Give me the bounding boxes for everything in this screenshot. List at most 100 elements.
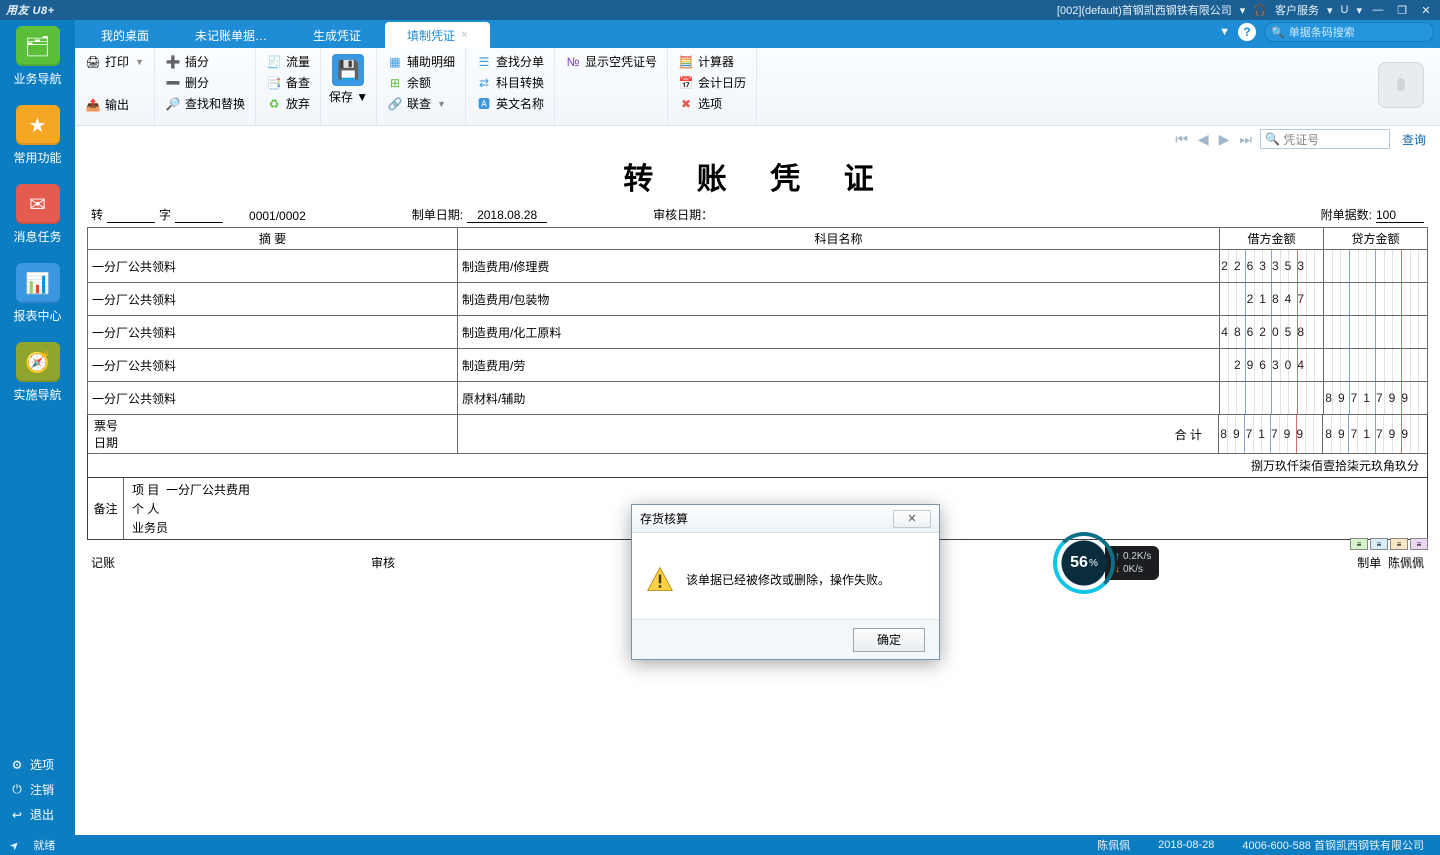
cell-credit[interactable] (1324, 250, 1428, 283)
total-credit: 8971799 (1323, 415, 1427, 453)
cell-credit[interactable] (1324, 349, 1428, 382)
cell-credit[interactable]: 8971799 (1324, 382, 1428, 415)
prev-record[interactable]: ◀ (1196, 131, 1211, 148)
cell-debit[interactable]: 296304 (1220, 349, 1324, 382)
options[interactable]: ✖选项 (674, 94, 750, 113)
cell-debit[interactable] (1220, 382, 1324, 415)
minimize-button[interactable]: — (1370, 4, 1386, 16)
cell-account[interactable]: 制造费用/包装物 (458, 283, 1220, 316)
mode-3[interactable]: ≡ (1390, 538, 1408, 550)
cell-debit[interactable]: 2263353 (1220, 250, 1324, 283)
cell-account[interactable]: 制造费用/化工原料 (458, 316, 1220, 349)
maximize-button[interactable]: ❐ (1394, 4, 1410, 17)
ref-button[interactable]: 📑备查 (262, 73, 314, 92)
cell-summary[interactable]: 一分厂公共领料 (88, 250, 458, 283)
sidebar-item-biznav[interactable]: 🗂 业务导航 (8, 26, 68, 87)
dialog-close[interactable]: ✕ (893, 510, 931, 528)
sidebar-item-msg[interactable]: ✉ 消息任务 (8, 184, 68, 245)
cell-summary[interactable]: 一分厂公共领料 (88, 382, 458, 415)
next-record[interactable]: ▶ (1217, 131, 1232, 148)
dropdown-icon[interactable]: ▾ (1240, 4, 1246, 17)
date-field[interactable]: 2018.08.28 (467, 208, 547, 223)
tab-fillvoucher[interactable]: 填制凭证× (385, 22, 489, 48)
balance-button[interactable]: ⊞余额 (383, 73, 459, 92)
mode-2[interactable]: ≡ (1370, 538, 1388, 550)
save-button[interactable]: 保存 ▼ (329, 88, 368, 105)
table-row[interactable]: 一分厂公共领料制造费用/劳296304 (88, 349, 1428, 382)
tab-desktop[interactable]: 我的桌面 (79, 22, 171, 48)
last-record[interactable]: ⏭ (1237, 131, 1254, 148)
help-icon[interactable]: ? (1238, 23, 1256, 41)
cell-credit[interactable] (1324, 283, 1428, 316)
cell-account[interactable]: 原材料/辅助 (458, 382, 1220, 415)
delete-icon: ➖ (165, 75, 181, 91)
delete-row-button[interactable]: ➖删分 (161, 73, 249, 92)
barcode-search[interactable]: 🔍 单据条码搜索 (1264, 22, 1434, 42)
blank-field[interactable] (107, 208, 155, 223)
pin-icon[interactable]: ➤ (7, 837, 23, 853)
chevron-down-icon[interactable]: ▼ (356, 90, 368, 104)
voucher-no-search[interactable]: 🔍 凭证号 (1260, 129, 1390, 149)
mode-4[interactable]: ≡ (1410, 538, 1428, 550)
show-empty[interactable]: №显示空凭证号 (561, 52, 661, 71)
print-button[interactable]: 🖨打印▼ (81, 52, 148, 71)
dropdown-icon[interactable]: ▾ (1356, 4, 1362, 17)
dropdown-icon[interactable]: ▾ (1327, 4, 1333, 17)
cell-credit[interactable] (1324, 316, 1428, 349)
close-icon[interactable]: × (461, 29, 467, 41)
error-dialog: 存货核算 ✕ 该单据已经被修改或删除，操作失败。 确定 (631, 504, 940, 660)
table-row[interactable]: 一分厂公共领料制造费用/修理费2263353 (88, 250, 1428, 283)
search-icon: 🔍 (1265, 132, 1280, 146)
sidebar-item-fav[interactable]: ★ 常用功能 (8, 105, 68, 166)
service-link[interactable]: 客户服务 (1275, 2, 1319, 18)
chevron-down-icon[interactable]: ▼ (135, 57, 144, 67)
tab-unbooked[interactable]: 未记账单据… (173, 22, 289, 48)
attach-count-input[interactable] (1376, 208, 1424, 223)
calendar[interactable]: 📅会计日历 (674, 73, 750, 92)
find-icon: 🔎 (165, 96, 181, 112)
query-button[interactable]: 查询 (1402, 131, 1426, 148)
cell-summary[interactable]: 一分厂公共领料 (88, 316, 458, 349)
export-button[interactable]: 📤输出 (81, 95, 148, 114)
calculator[interactable]: 🧮计算器 (674, 52, 750, 71)
sidebar-exit[interactable]: ↩退出 (0, 802, 75, 827)
table-row[interactable]: 一分厂公共领料制造费用/包装物21847 (88, 283, 1428, 316)
abandon-button[interactable]: ♻放弃 (262, 94, 314, 113)
en-name[interactable]: 🅰英文名称 (472, 94, 548, 113)
find-replace-button[interactable]: 🔎查找和替换 (161, 94, 249, 113)
close-button[interactable]: ✕ (1418, 4, 1434, 17)
chevron-down-icon[interactable]: ▼ (437, 99, 446, 109)
insert-row-button[interactable]: ➕插分 (161, 52, 249, 71)
cell-summary[interactable]: 一分厂公共领料 (88, 349, 458, 382)
acct-trans[interactable]: ⇄科目转换 (472, 73, 548, 92)
chevron-down-icon[interactable]: ▼ (1219, 26, 1230, 38)
button-label: 辅助明细 (407, 53, 455, 70)
star-icon: ★ (16, 105, 60, 145)
cell-account[interactable]: 制造费用/修理费 (458, 250, 1220, 283)
sidebar-logout[interactable]: ⏻注销 (0, 777, 75, 802)
swap-icon: ⇄ (476, 75, 492, 91)
cell-summary[interactable]: 一分厂公共领料 (88, 283, 458, 316)
cell-debit[interactable]: 4862058 (1220, 316, 1324, 349)
blank-field[interactable] (175, 208, 223, 223)
find-split[interactable]: ☰查找分单 (472, 52, 548, 71)
table-row[interactable]: 一分厂公共领料制造费用/化工原料4862058 (88, 316, 1428, 349)
mode-1[interactable]: ≡ (1350, 538, 1368, 550)
u-menu[interactable]: U (1341, 4, 1349, 16)
sidebar-item-impl[interactable]: 🧭 实施导航 (8, 342, 68, 403)
tab-genvoucher[interactable]: 生成凭证 (291, 22, 383, 48)
sidebar-item-report[interactable]: 📊 报表中心 (8, 263, 68, 324)
dialog-ok[interactable]: 确定 (853, 628, 925, 652)
link-query[interactable]: 🔗联查▼ (383, 94, 459, 113)
aux-detail[interactable]: ▦辅助明细 (383, 52, 459, 71)
flow-button[interactable]: 🧾流量 (262, 52, 314, 71)
first-record[interactable]: ⏮ (1173, 131, 1190, 148)
report-icon: 📊 (16, 263, 60, 303)
quick-op[interactable] (1378, 62, 1424, 108)
table-row[interactable]: 一分厂公共领料原材料/辅助 8971799 (88, 382, 1428, 415)
field-label: 票号 (94, 417, 451, 434)
sidebar-options[interactable]: ⚙选项 (0, 752, 75, 777)
cell-debit[interactable]: 21847 (1220, 283, 1324, 316)
net-monitor[interactable]: 56% 0.2K/s 0K/s (1057, 536, 1159, 590)
cell-account[interactable]: 制造费用/劳 (458, 349, 1220, 382)
